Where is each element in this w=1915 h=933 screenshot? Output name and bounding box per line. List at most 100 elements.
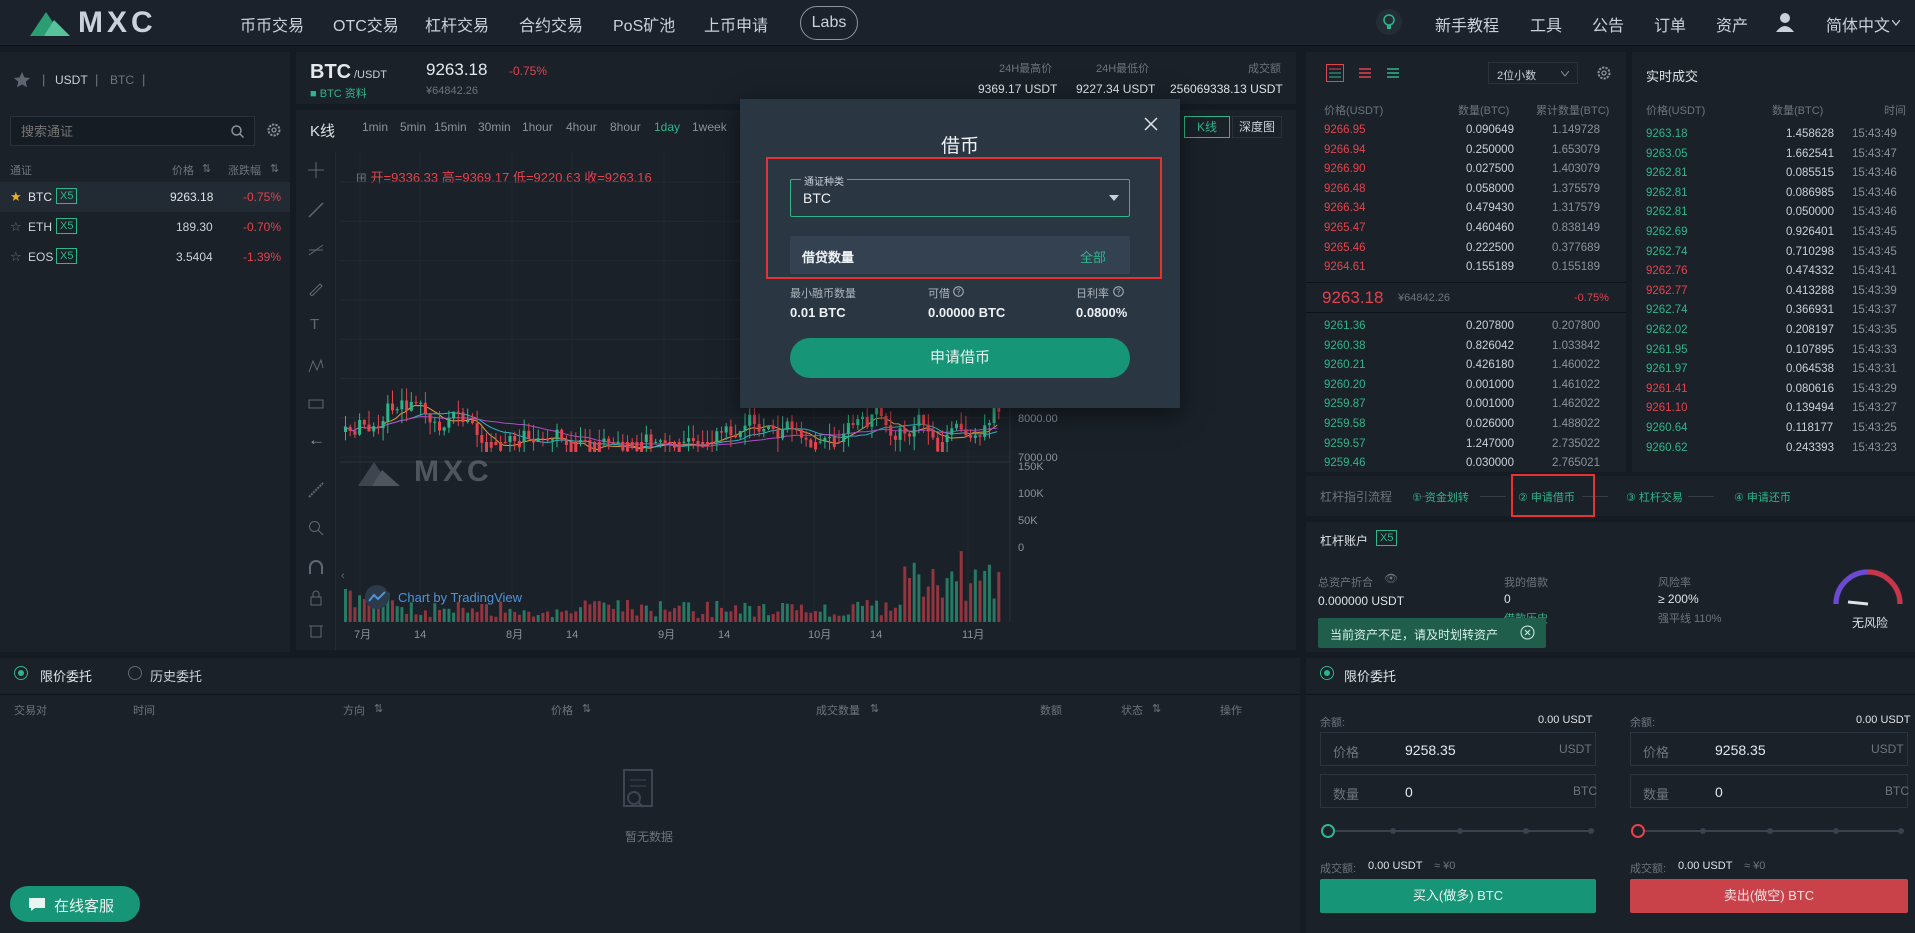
sell-qty-input[interactable]: 0 (1715, 784, 1723, 800)
magnet-icon[interactable] (308, 560, 324, 576)
sell-slider-handle[interactable] (1631, 824, 1645, 838)
trash-icon[interactable] (308, 622, 324, 638)
arrow-left-icon[interactable]: ← (308, 430, 325, 450)
sell-price-field[interactable]: 价格 9258.35 USDT (1630, 732, 1908, 766)
market-row-eos[interactable]: ☆ EOS X5 3.5404 -1.39% (0, 242, 290, 272)
interval-1week[interactable]: 1week (692, 120, 727, 134)
orderbook-row[interactable]: 9265.46 0.222500 0.377689 (1316, 240, 1624, 260)
orderbook-bids-icon[interactable] (1384, 64, 1402, 82)
user-icon[interactable] (1776, 12, 1794, 32)
submit-borrow-button[interactable]: 申请借币 (790, 338, 1130, 378)
zoom-icon[interactable] (308, 520, 324, 536)
orderbook-row[interactable]: 9259.46 0.030000 2.765021 (1316, 455, 1624, 470)
settings-gear-icon[interactable] (266, 122, 282, 138)
orderbook-row[interactable]: 9266.34 0.479430 1.317579 (1316, 200, 1624, 220)
lightbulb-icon[interactable] (1375, 8, 1403, 36)
orderbook-both-icon[interactable] (1326, 64, 1344, 82)
interval-30min[interactable]: 30min (478, 120, 511, 134)
nav-labs[interactable]: Labs (800, 6, 858, 40)
mode-depth[interactable]: 深度图 (1232, 116, 1282, 138)
favorite-star-icon[interactable] (14, 72, 30, 88)
help-circle-icon[interactable]: ? (1113, 286, 1124, 297)
orderbook-row[interactable]: 9266.94 0.250000 1.653079 (1316, 142, 1624, 162)
nav-listing[interactable]: 上币申请 (704, 12, 768, 36)
market-search[interactable] (10, 116, 255, 146)
market-header-change[interactable]: 涨跌幅 (228, 162, 261, 178)
lock-icon[interactable] (308, 590, 324, 606)
buy-slider-handle[interactable] (1321, 824, 1335, 838)
collapse-arrow-icon[interactable]: ‹ (341, 570, 345, 582)
nav-margin[interactable]: 杠杆交易 (425, 12, 489, 36)
col-side[interactable]: 方向 (343, 702, 365, 718)
star-icon[interactable]: ★ (10, 189, 22, 205)
nav-announce[interactable]: 公告 (1592, 12, 1624, 36)
sell-slider[interactable] (1631, 824, 1904, 838)
interval-1hour[interactable]: 1hour (522, 120, 553, 134)
help-circle-icon[interactable]: ? (953, 286, 964, 297)
crosshair-icon[interactable] (308, 162, 324, 178)
interval-5min[interactable]: 5min (400, 120, 426, 134)
decimals-select[interactable]: 2位小数 (1488, 62, 1578, 84)
market-search-input[interactable] (11, 117, 211, 145)
star-outline-icon[interactable]: ☆ (10, 219, 22, 235)
orderbook-row[interactable]: 9259.57 1.247000 2.735022 (1316, 436, 1624, 456)
tab-limit-radio[interactable] (14, 666, 28, 680)
sell-price-input[interactable]: 9258.35 (1715, 742, 1766, 758)
orderbook-row[interactable]: 9265.47 0.460460 0.838149 (1316, 220, 1624, 240)
orderbook-row[interactable]: 9259.58 0.026000 1.488022 (1316, 416, 1624, 436)
orderbook-asks-icon[interactable] (1356, 64, 1374, 82)
orderbook-row[interactable]: 9260.38 0.826042 1.033842 (1316, 338, 1624, 358)
eye-icon[interactable]: 👁 (1384, 572, 1398, 585)
close-circle-icon[interactable] (1520, 625, 1535, 640)
interval-4hour[interactable]: 4hour (566, 120, 597, 134)
tab-history-orders[interactable]: 历史委托 (150, 666, 202, 685)
orderbook-row[interactable]: 9260.21 0.426180 1.460022 (1316, 357, 1624, 377)
tab-history-radio[interactable] (128, 666, 142, 680)
nav-spot[interactable]: 币币交易 (240, 12, 304, 36)
support-button[interactable]: 在线客服 (10, 886, 140, 922)
orderbook-row[interactable]: 9266.95 0.090649 1.149728 (1316, 122, 1624, 142)
ruler-icon[interactable] (308, 482, 324, 498)
nav-otc[interactable]: OTC交易 (333, 12, 399, 36)
market-header-token[interactable]: 通证 (10, 162, 32, 178)
orderbook-row[interactable]: 9259.87 0.001000 1.462022 (1316, 396, 1624, 416)
flow-step-trade[interactable]: ③ 杠杆交易 (1626, 489, 1683, 505)
orderbook-row[interactable]: 9261.36 0.207800 0.207800 (1316, 318, 1624, 338)
nav-tools[interactable]: 工具 (1530, 12, 1562, 36)
flow-step-transfer[interactable]: ① 资金划转 (1412, 489, 1469, 505)
nav-futures[interactable]: 合约交易 (519, 12, 583, 36)
trendline-icon[interactable] (308, 202, 324, 218)
interval-8hour[interactable]: 8hour (610, 120, 641, 134)
sell-short-button[interactable]: 卖出(做空) BTC (1630, 879, 1908, 913)
logo[interactable]: MXC (28, 6, 157, 40)
orderbook-row[interactable]: 9266.90 0.027500 1.403079 (1316, 161, 1624, 181)
buy-slider[interactable] (1321, 824, 1594, 838)
market-row-eth[interactable]: ☆ ETH X5 189.30 -0.70% (0, 212, 290, 242)
buy-qty-input[interactable]: 0 (1405, 784, 1413, 800)
nav-assets[interactable]: 资产 (1716, 12, 1748, 36)
star-outline-icon[interactable]: ☆ (10, 249, 22, 265)
interval-15min[interactable]: 15min (434, 120, 467, 134)
tradingview-credit[interactable]: Chart by TradingView (364, 584, 522, 610)
buy-price-field[interactable]: 价格 9258.35 USDT (1320, 732, 1596, 766)
market-tab-btc[interactable]: BTC (110, 73, 134, 87)
orderbook-row[interactable]: 9264.61 0.155189 0.155189 (1316, 259, 1624, 279)
nav-language[interactable]: 简体中文 (1826, 12, 1890, 36)
orderbook-row[interactable]: 9266.48 0.058000 1.375579 (1316, 181, 1624, 201)
nav-tutorial[interactable]: 新手教程 (1435, 12, 1499, 36)
orderbook-settings-icon[interactable] (1596, 65, 1612, 81)
market-tab-usdt[interactable]: USDT (55, 73, 88, 87)
brush-icon[interactable] (308, 280, 324, 296)
interval-1min[interactable]: 1min (362, 120, 388, 134)
orderbook-row[interactable]: 9260.20 0.001000 1.461022 (1316, 377, 1624, 397)
pattern-icon[interactable] (308, 358, 324, 374)
search-icon[interactable] (231, 125, 244, 138)
fib-icon[interactable] (308, 242, 324, 258)
flow-step-repay[interactable]: ④ 申请还币 (1734, 489, 1791, 505)
interval-1day[interactable]: 1day (654, 120, 680, 134)
text-tool-icon[interactable]: T (310, 316, 319, 333)
col-filled[interactable]: 成交数量 (816, 702, 860, 718)
nav-orders[interactable]: 订单 (1654, 12, 1686, 36)
col-price[interactable]: 价格 (551, 702, 573, 718)
limit-radio[interactable] (1320, 666, 1334, 680)
